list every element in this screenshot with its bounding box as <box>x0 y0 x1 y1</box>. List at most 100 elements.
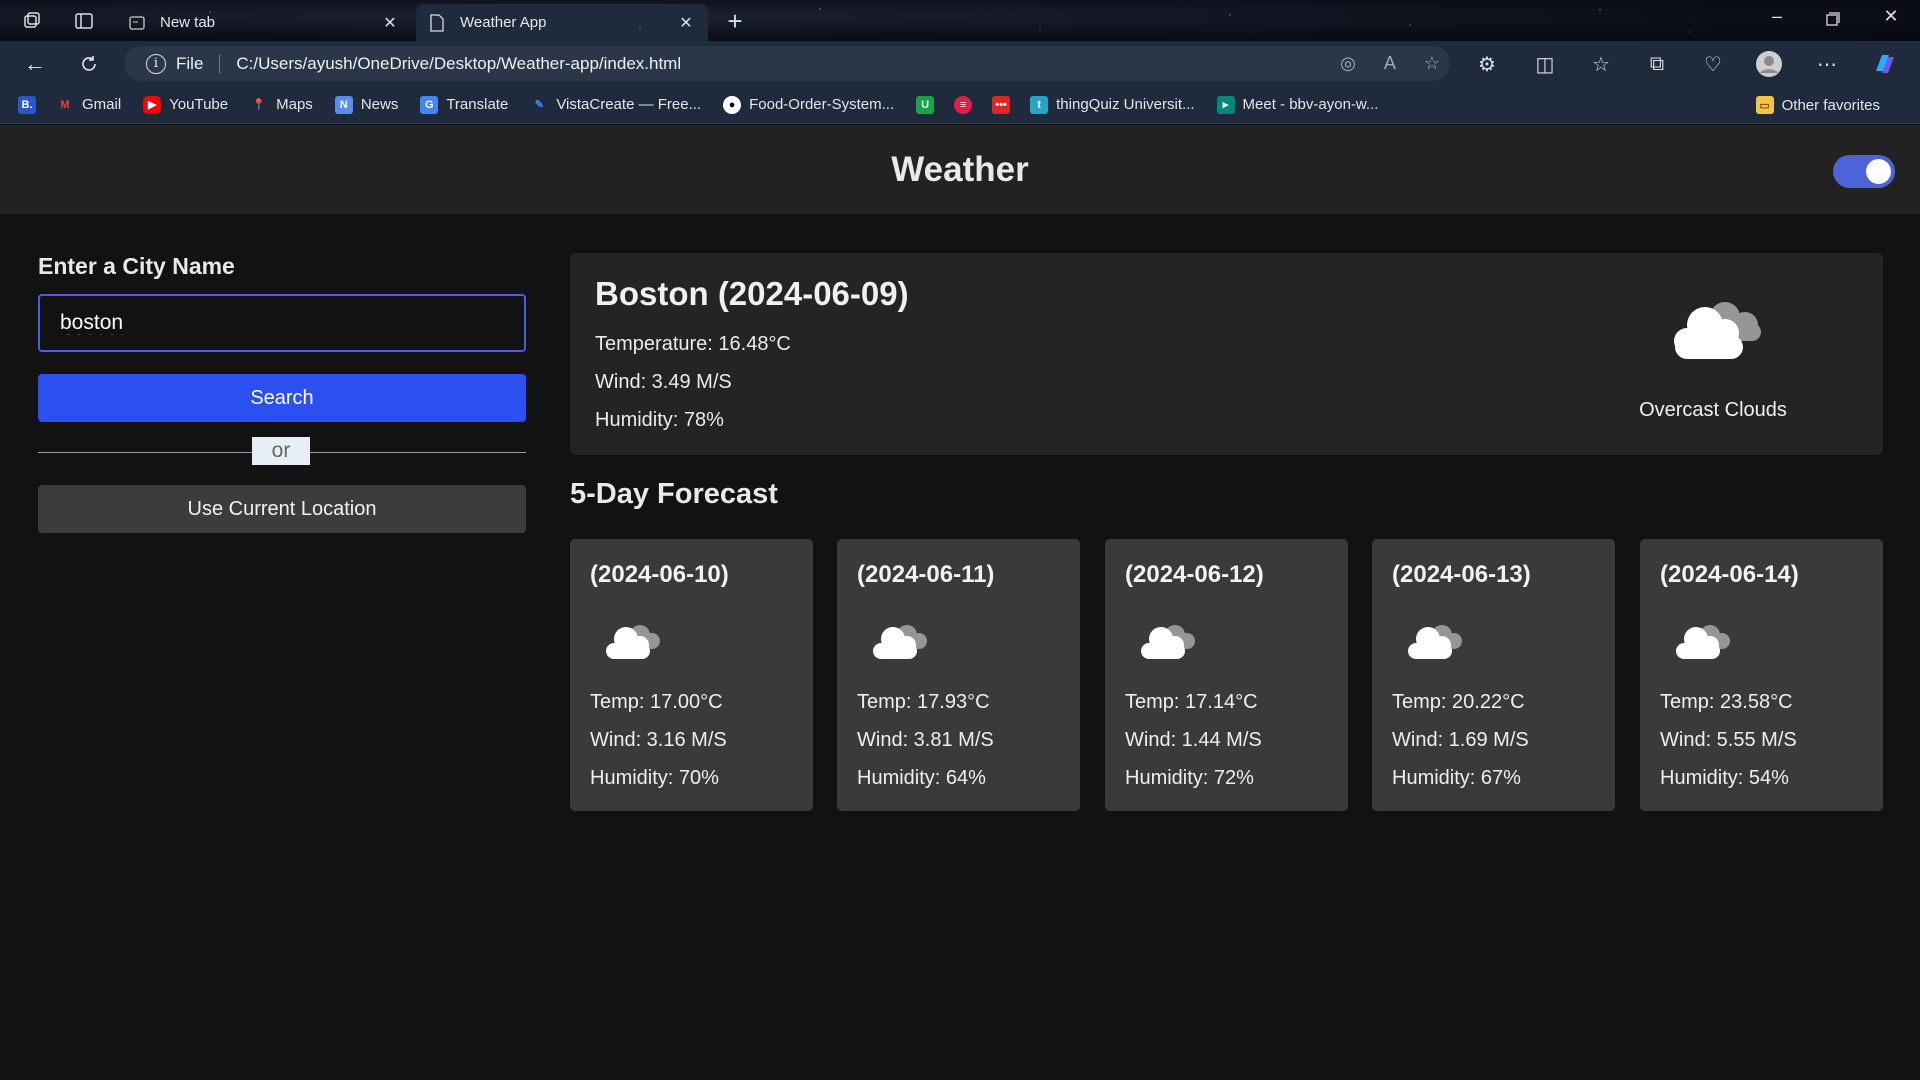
bookmark-b[interactable]: B. <box>18 95 36 114</box>
bookmark-thingquiz[interactable]: t thingQuiz Universit... <box>1030 95 1195 114</box>
use-current-location-button[interactable]: Use Current Location <box>38 485 526 533</box>
close-tab-icon[interactable]: ✕ <box>380 13 400 33</box>
forecast-card: (2024-06-10) Temp: 17.00°C Wind: 3.16 M/… <box>570 539 813 811</box>
more-options-icon[interactable]: ⋯ <box>1812 49 1842 79</box>
forecast-date: (2024-06-12) <box>1125 561 1264 588</box>
url-text[interactable]: C:/Users/ayush/OneDrive/Desktop/Weather-… <box>236 54 681 74</box>
scheme-label: File <box>176 53 204 73</box>
bookmarks-bar: B. M Gmail ▶ YouTube 📍 Maps N News G Translat… <box>0 86 1920 124</box>
split-screen-icon[interactable]: ◫ <box>1530 49 1560 79</box>
weather-description: Overcast Clouds <box>1639 399 1787 421</box>
cloud-icon <box>1668 619 1738 663</box>
app-header: Weather <box>0 125 1920 214</box>
tab-weather-app[interactable]: Weather App ✕ <box>416 4 708 41</box>
browser-toolbar: ← i File C:/Users/ayush/OneDrive/Desktop… <box>0 41 1920 86</box>
forecast-temp: Temp: 17.14°C <box>1125 691 1258 713</box>
address-divider <box>219 53 221 74</box>
forecast-humidity: Humidity: 70% <box>590 767 719 789</box>
or-separator: or <box>252 437 310 465</box>
location-permission-icon[interactable]: ◎ <box>1340 53 1356 74</box>
bookmark-red[interactable]: ≡ <box>954 95 973 114</box>
bookmark-dots[interactable]: ••• <box>992 95 1011 114</box>
maps-icon: 📍 <box>252 99 266 111</box>
forecast-title: 5-Day Forecast <box>570 478 778 510</box>
bookmark-maps[interactable]: 📍 Maps <box>250 96 313 114</box>
bookmark-meet[interactable]: ▸ Meet - bbv-ayon-w... <box>1216 95 1378 114</box>
forecast-date: (2024-06-11) <box>857 561 995 588</box>
forecast-temp: Temp: 20.22°C <box>1392 691 1525 713</box>
youtube-icon: ▶ <box>143 95 162 114</box>
address-actions: ◎ A ☆ <box>1340 46 1440 81</box>
collections-icon[interactable]: ⧉ <box>1642 49 1672 79</box>
extensions-icon[interactable]: ⚙ <box>1472 49 1502 79</box>
read-aloud-icon[interactable]: A <box>1384 53 1396 74</box>
current-city-heading: Boston (2024-06-09) <box>595 275 909 312</box>
gmail-icon: M <box>60 98 70 111</box>
address-bar[interactable]: i File C:/Users/ayush/OneDrive/Desktop/W… <box>124 46 1450 81</box>
forecast-temp: Temp: 17.93°C <box>857 691 990 713</box>
forecast-humidity: Humidity: 67% <box>1392 767 1521 789</box>
red-app-icon: ≡ <box>954 95 973 114</box>
site-info-icon[interactable]: i <box>146 53 166 74</box>
new-tab-icon <box>128 14 146 32</box>
github-icon: ● <box>723 95 742 114</box>
dots-app-icon: ••• <box>992 95 1011 114</box>
current-weather-card: Boston (2024-06-09) Temperature: 16.48°C… <box>570 253 1883 455</box>
forecast-wind: Wind: 3.16 M/S <box>590 729 727 751</box>
bookmark-translate[interactable]: G Translate <box>420 95 508 114</box>
overcast-cloud-icon <box>1663 295 1773 365</box>
bookmark-youtube[interactable]: ▶ YouTube <box>143 95 228 114</box>
translate-icon: G <box>420 95 439 114</box>
new-tab-plus-icon[interactable]: + <box>720 6 750 37</box>
theme-toggle[interactable] <box>1833 155 1895 188</box>
weather-app: Weather Enter a City Name Search or Use … <box>0 125 1920 1080</box>
profile-avatar-icon[interactable] <box>1754 49 1784 79</box>
workspaces-icon[interactable] <box>20 9 44 33</box>
page-icon <box>428 13 446 32</box>
bookmark-food-order[interactable]: ● Food-Order-System... <box>723 95 894 114</box>
forecast-wind: Wind: 1.69 M/S <box>1392 729 1529 751</box>
current-temperature: Temperature: 16.48°C <box>595 333 791 355</box>
app-title: Weather <box>891 149 1029 189</box>
current-wind: Wind: 3.49 M/S <box>595 371 732 393</box>
search-button[interactable]: Search <box>38 374 526 422</box>
favorite-star-icon[interactable]: ☆ <box>1424 53 1440 74</box>
cloud-icon <box>1133 619 1203 663</box>
forecast-humidity: Humidity: 72% <box>1125 767 1254 789</box>
bookmark-green[interactable]: U <box>916 95 935 114</box>
forecast-date: (2024-06-13) <box>1392 561 1531 588</box>
forecast-temp: Temp: 23.58°C <box>1660 691 1793 713</box>
performance-icon[interactable]: ♡ <box>1698 49 1728 79</box>
tab-actions-icon[interactable] <box>72 9 96 33</box>
toggle-knob <box>1866 159 1891 184</box>
restore-icon[interactable] <box>1818 6 1848 31</box>
bookmark-gmail[interactable]: M Gmail <box>56 96 121 114</box>
b-logo-icon: B. <box>18 95 36 114</box>
tab-new-tab[interactable]: New tab ✕ <box>116 4 412 41</box>
green-app-icon: U <box>916 95 935 114</box>
forecast-date: (2024-06-14) <box>1660 561 1799 588</box>
current-humidity: Humidity: 78% <box>595 409 724 431</box>
forecast-humidity: Humidity: 54% <box>1660 767 1789 789</box>
favorites-icon[interactable]: ☆ <box>1586 49 1616 79</box>
minimize-icon[interactable]: – <box>1762 6 1792 27</box>
refresh-icon[interactable] <box>74 49 104 79</box>
bookmark-news[interactable]: N News <box>334 95 398 114</box>
cloud-icon <box>598 619 668 663</box>
tab-title: Weather App <box>460 14 547 31</box>
close-tab-icon[interactable]: ✕ <box>676 13 696 33</box>
meet-icon: ▸ <box>1216 95 1235 114</box>
forecast-temp: Temp: 17.00°C <box>590 691 723 713</box>
close-window-icon[interactable]: ✕ <box>1876 6 1906 27</box>
forecast-wind: Wind: 5.55 M/S <box>1660 729 1797 751</box>
city-input[interactable] <box>38 294 526 352</box>
back-arrow-icon[interactable]: ← <box>20 49 50 79</box>
bookmark-other-favorites[interactable]: ▭ Other favorites <box>1755 86 1880 124</box>
bookmark-vistacreate[interactable]: ✎ VistaCreate — Free... <box>530 96 701 114</box>
forecast-date: (2024-06-10) <box>590 561 729 588</box>
tab-strip: New tab ✕ Weather App ✕ + – ✕ <box>0 0 1920 41</box>
copilot-icon[interactable] <box>1870 49 1900 79</box>
folder-icon: ▭ <box>1755 96 1774 114</box>
city-input-label: Enter a City Name <box>38 253 235 279</box>
cloud-icon <box>1400 619 1470 663</box>
